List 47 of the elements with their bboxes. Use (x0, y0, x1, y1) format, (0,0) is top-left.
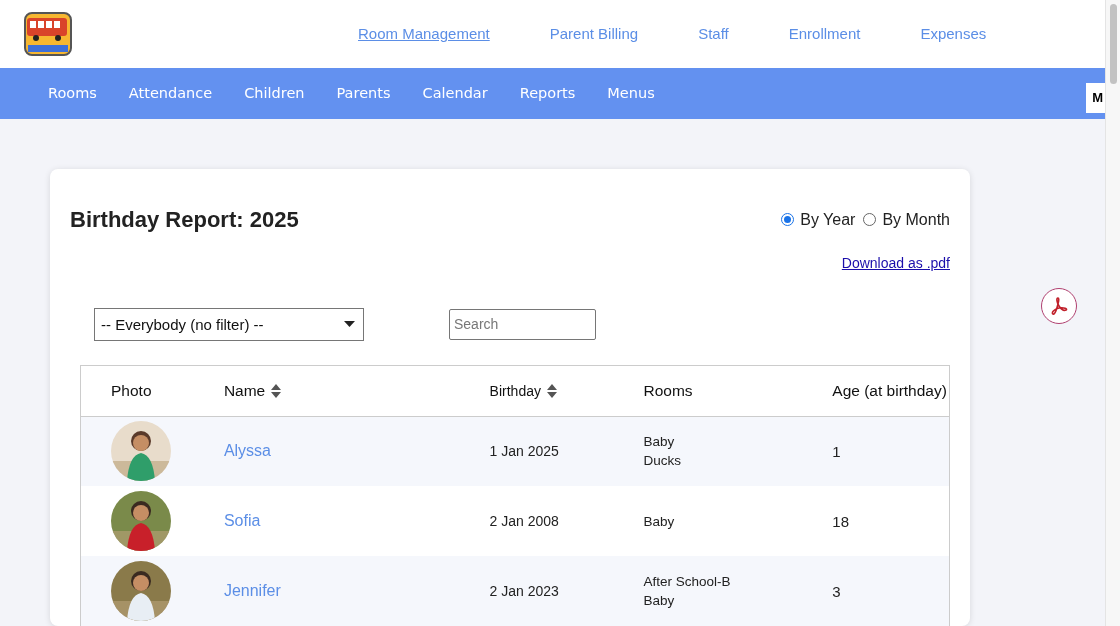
report-title: Birthday Report: 2025 (70, 206, 299, 233)
filter-dropdown[interactable]: -- Everybody (no filter) -- (94, 307, 364, 341)
pdf-button[interactable] (1041, 288, 1077, 324)
pdf-icon (1049, 296, 1069, 316)
nav-item[interactable]: Children (244, 85, 305, 102)
column-header[interactable]: Birthday (489, 382, 541, 399)
birthday-text: 2 Jan 2023 (489, 583, 559, 599)
room-name: Baby (643, 512, 676, 531)
top-nav-link[interactable]: Parent Billing (549, 25, 639, 43)
top-nav-link[interactable]: Expenses (920, 25, 987, 43)
child-name-link[interactable]: Alyssa (223, 442, 271, 460)
age-text: 18 (832, 512, 849, 530)
search-field[interactable]: Search (449, 308, 596, 340)
age-text: 3 (832, 582, 841, 600)
sort-icon[interactable] (546, 383, 557, 398)
child-name-link[interactable]: Sofia (223, 512, 261, 529)
menu-button[interactable]: M (1086, 82, 1105, 113)
room-name: After School-B (643, 573, 732, 591)
child-name-link[interactable]: Jennifer (223, 582, 281, 599)
radio-label[interactable]: By Year (800, 210, 856, 229)
birthday-text: 2 Jan 2008 (489, 513, 559, 529)
column-header[interactable]: Name (223, 381, 266, 400)
column-header: Rooms (643, 381, 693, 400)
sort-icon[interactable] (271, 383, 282, 398)
download-link[interactable]: Download as .pdf (841, 254, 950, 271)
room-name: Ducks (643, 452, 683, 471)
nav-item[interactable]: Attendance (128, 85, 213, 102)
scrollbar[interactable] (1105, 0, 1120, 626)
nav-item[interactable]: Parents (336, 85, 391, 102)
top-nav-link[interactable]: Room Management (358, 25, 490, 43)
bus-logo (24, 11, 72, 56)
radio-button[interactable] (863, 213, 877, 226)
column-header: Photo (111, 381, 152, 400)
room-name: Baby (643, 433, 676, 452)
nav-item[interactable]: Calendar (422, 85, 488, 102)
nav-item[interactable]: Menus (607, 85, 655, 102)
nav-item[interactable]: Rooms (48, 85, 97, 102)
room-name: Baby (643, 592, 676, 610)
age-text: 1 (832, 442, 841, 460)
nav-item[interactable]: Reports (519, 85, 576, 102)
radio-label[interactable]: By Month (882, 210, 950, 229)
top-nav-link[interactable]: Enrollment (788, 25, 861, 43)
caret-icon (344, 321, 355, 327)
column-header: Age (at birthday) (832, 381, 947, 400)
radio-button[interactable] (781, 213, 795, 226)
top-nav-link[interactable]: Staff (698, 25, 729, 43)
birthday-text: 1 Jan 2025 (489, 443, 559, 460)
